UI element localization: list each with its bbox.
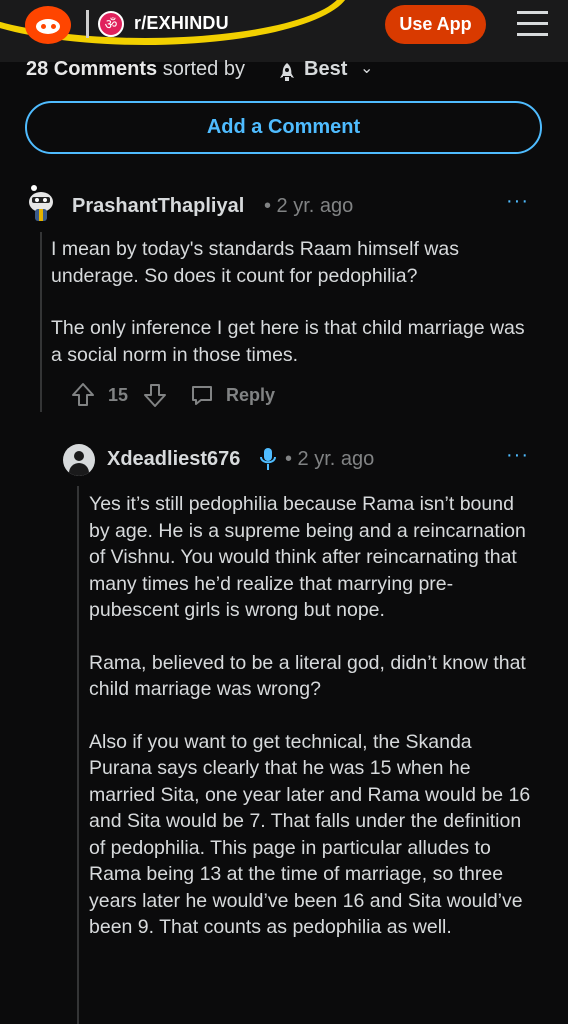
sorted-by-label: sorted by bbox=[162, 58, 245, 80]
comment-count: 28 Comments bbox=[26, 58, 158, 80]
comment-age: • 2 yr. ago bbox=[264, 195, 354, 217]
subreddit-icon[interactable]: ॐ bbox=[98, 11, 124, 37]
sort-bar: 28 Comments sorted by Best ⌄ bbox=[26, 58, 373, 81]
vote-score: 15 bbox=[108, 385, 129, 405]
comment-paragraph: Rama, believed to be a literal god, didn… bbox=[89, 651, 526, 701]
add-comment-button[interactable]: Add a Comment bbox=[25, 101, 542, 154]
avatar-icon[interactable] bbox=[26, 184, 58, 222]
chevron-down-icon[interactable]: ⌄ bbox=[360, 58, 373, 78]
reply-button[interactable]: Reply bbox=[226, 385, 275, 406]
upvote-icon[interactable] bbox=[70, 382, 96, 408]
comment-paragraph: The only inference I get here is that ch… bbox=[51, 317, 525, 366]
comment-body: I mean by today's standards Raam himself… bbox=[51, 236, 531, 394]
sort-value: Best bbox=[304, 58, 348, 80]
comment-paragraph: Yes it’s still pedophilia because Rama i… bbox=[89, 493, 526, 621]
hamburger-menu-icon[interactable] bbox=[517, 11, 548, 36]
downvote-icon[interactable] bbox=[142, 382, 168, 408]
sort-rocket-icon bbox=[280, 63, 294, 81]
avatar-icon[interactable] bbox=[63, 444, 95, 476]
comment-paragraph: I mean by today's standards Raam himself… bbox=[51, 238, 459, 287]
subreddit-name[interactable]: r/EXHINDU bbox=[134, 13, 229, 34]
use-app-button[interactable]: Use App bbox=[385, 5, 486, 44]
comment-author[interactable]: Xdeadliest676 bbox=[107, 448, 240, 471]
microphone-icon bbox=[260, 448, 276, 470]
more-options-icon[interactable]: ··· bbox=[506, 190, 529, 213]
reddit-logo-icon[interactable] bbox=[25, 6, 71, 44]
comment-paragraph: Also if you want to get technical, the S… bbox=[89, 730, 531, 939]
sort-dropdown[interactable]: Best bbox=[304, 58, 347, 81]
thread-line[interactable] bbox=[40, 232, 42, 412]
comment-body: Yes it’s still pedophilia because Rama i… bbox=[89, 491, 531, 967]
comment-author[interactable]: PrashantThapliyal bbox=[72, 195, 244, 218]
reply-icon[interactable] bbox=[190, 383, 214, 407]
comment-age: • 2 yr. ago bbox=[285, 448, 375, 470]
thread-line[interactable] bbox=[77, 486, 79, 1024]
more-options-icon[interactable]: ··· bbox=[506, 444, 529, 467]
header-divider bbox=[86, 10, 89, 38]
top-header: ॐ r/EXHINDU Use App bbox=[0, 0, 568, 62]
